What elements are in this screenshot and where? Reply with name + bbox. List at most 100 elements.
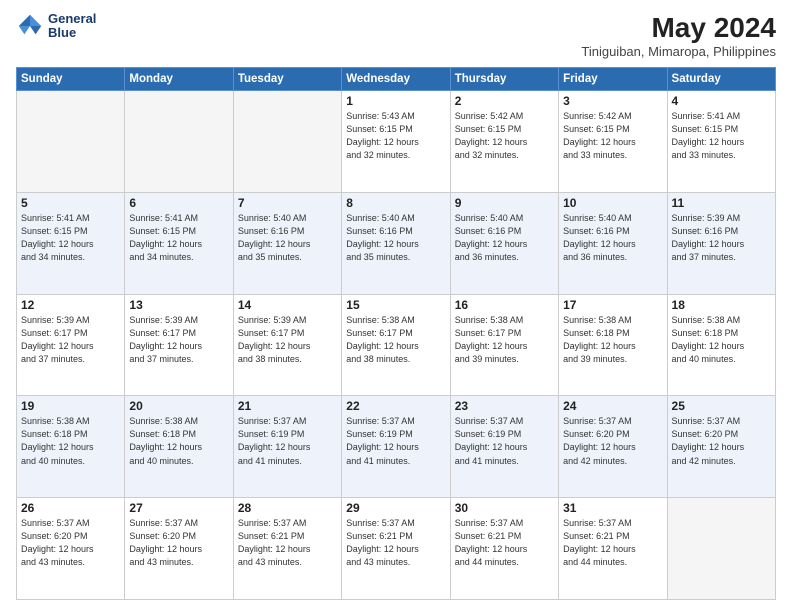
table-row: 14 Sunrise: 5:39 AM Sunset: 6:17 PM Dayli… — [233, 294, 341, 396]
day-info: Sunrise: 5:38 AM Sunset: 6:18 PM Dayligh… — [129, 415, 228, 467]
table-row: 31 Sunrise: 5:37 AM Sunset: 6:21 PM Dayli… — [559, 498, 667, 600]
table-row: 20 Sunrise: 5:38 AM Sunset: 6:18 PM Dayli… — [125, 396, 233, 498]
day-number: 28 — [238, 501, 337, 515]
day-number: 15 — [346, 298, 445, 312]
col-sunday: Sunday — [17, 68, 125, 91]
header: General Blue May 2024 Tiniguiban, Mimaro… — [16, 12, 776, 59]
day-info: Sunrise: 5:38 AM Sunset: 6:17 PM Dayligh… — [455, 314, 554, 366]
day-number: 18 — [672, 298, 771, 312]
col-saturday: Saturday — [667, 68, 775, 91]
table-row: 12Sunrise: 5:39 AM Sunset: 6:17 PM Dayli… — [17, 294, 125, 396]
logo-line2: Blue — [48, 26, 96, 40]
logo: General Blue — [16, 12, 96, 41]
table-row: 28 Sunrise: 5:37 AM Sunset: 6:21 PM Dayli… — [233, 498, 341, 600]
table-row: 5 Sunrise: 5:41 AM Sunset: 6:15 PM Daylig… — [17, 192, 125, 294]
day-number: 30 — [455, 501, 554, 515]
table-row: 16Sunrise: 5:38 AM Sunset: 6:17 PM Dayli… — [450, 294, 558, 396]
day-info: Sunrise: 5:42 AM Sunset: 6:15 PM Dayligh… — [563, 110, 662, 162]
day-number: 8 — [346, 196, 445, 210]
table-row: 7 Sunrise: 5:40 AM Sunset: 6:16 PM Daylig… — [233, 192, 341, 294]
table-row: 27 Sunrise: 5:37 AM Sunset: 6:20 PM Dayli… — [125, 498, 233, 600]
table-row: 11Sunrise: 5:39 AM Sunset: 6:16 PM Dayli… — [667, 192, 775, 294]
table-row: 30 Sunrise: 5:37 AM Sunset: 6:21 PM Dayli… — [450, 498, 558, 600]
logo-line1: General — [48, 12, 96, 26]
day-info: Sunrise: 5:40 AM Sunset: 6:16 PM Dayligh… — [563, 212, 662, 264]
day-info: Sunrise: 5:37 AM Sunset: 6:21 PM Dayligh… — [563, 517, 662, 569]
calendar-table: Sunday Monday Tuesday Wednesday Thursday… — [16, 67, 776, 600]
day-info: Sunrise: 5:39 AM Sunset: 6:17 PM Dayligh… — [129, 314, 228, 366]
day-info: Sunrise: 5:37 AM Sunset: 6:20 PM Dayligh… — [129, 517, 228, 569]
calendar-week-row: 26 Sunrise: 5:37 AM Sunset: 6:20 PM Dayli… — [17, 498, 776, 600]
day-info: Sunrise: 5:37 AM Sunset: 6:20 PM Dayligh… — [563, 415, 662, 467]
calendar-header-row: Sunday Monday Tuesday Wednesday Thursday… — [17, 68, 776, 91]
table-row: 13 Sunrise: 5:39 AM Sunset: 6:17 PM Dayli… — [125, 294, 233, 396]
day-info: Sunrise: 5:40 AM Sunset: 6:16 PM Dayligh… — [238, 212, 337, 264]
col-friday: Friday — [559, 68, 667, 91]
table-row: 15 Sunrise: 5:38 AM Sunset: 6:17 PM Dayli… — [342, 294, 450, 396]
table-row: 29 Sunrise: 5:37 AM Sunset: 6:21 PM Dayli… — [342, 498, 450, 600]
table-row: 21 Sunrise: 5:37 AM Sunset: 6:19 PM Dayli… — [233, 396, 341, 498]
day-info: Sunrise: 5:41 AM Sunset: 6:15 PM Dayligh… — [672, 110, 771, 162]
day-number: 22 — [346, 399, 445, 413]
day-number: 14 — [238, 298, 337, 312]
day-info: Sunrise: 5:37 AM Sunset: 6:19 PM Dayligh… — [346, 415, 445, 467]
day-number: 20 — [129, 399, 228, 413]
day-number: 26 — [21, 501, 120, 515]
day-number: 6 — [129, 196, 228, 210]
day-number: 27 — [129, 501, 228, 515]
day-number: 2 — [455, 94, 554, 108]
table-row: 4 Sunrise: 5:41 AM Sunset: 6:15 PM Daylig… — [667, 91, 775, 193]
table-row: 23Sunrise: 5:37 AM Sunset: 6:19 PM Dayli… — [450, 396, 558, 498]
table-row: 2 Sunrise: 5:42 AM Sunset: 6:15 PM Daylig… — [450, 91, 558, 193]
day-number: 11 — [672, 196, 771, 210]
table-row: 22 Sunrise: 5:37 AM Sunset: 6:19 PM Dayli… — [342, 396, 450, 498]
day-number: 7 — [238, 196, 337, 210]
day-number: 31 — [563, 501, 662, 515]
table-row — [17, 91, 125, 193]
table-row: 17Sunrise: 5:38 AM Sunset: 6:18 PM Dayli… — [559, 294, 667, 396]
calendar-week-row: 1 Sunrise: 5:43 AM Sunset: 6:15 PM Daylig… — [17, 91, 776, 193]
table-row: 9Sunrise: 5:40 AM Sunset: 6:16 PM Daylig… — [450, 192, 558, 294]
table-row: 19Sunrise: 5:38 AM Sunset: 6:18 PM Dayli… — [17, 396, 125, 498]
day-info: Sunrise: 5:41 AM Sunset: 6:15 PM Dayligh… — [21, 212, 120, 264]
day-info: Sunrise: 5:37 AM Sunset: 6:21 PM Dayligh… — [346, 517, 445, 569]
day-info: Sunrise: 5:42 AM Sunset: 6:15 PM Dayligh… — [455, 110, 554, 162]
day-info: Sunrise: 5:38 AM Sunset: 6:18 PM Dayligh… — [672, 314, 771, 366]
table-row: 8 Sunrise: 5:40 AM Sunset: 6:16 PM Daylig… — [342, 192, 450, 294]
table-row: 24Sunrise: 5:37 AM Sunset: 6:20 PM Dayli… — [559, 396, 667, 498]
table-row — [125, 91, 233, 193]
col-tuesday: Tuesday — [233, 68, 341, 91]
title-block: May 2024 Tiniguiban, Mimaropa, Philippin… — [581, 12, 776, 59]
col-monday: Monday — [125, 68, 233, 91]
table-row — [233, 91, 341, 193]
day-info: Sunrise: 5:37 AM Sunset: 6:19 PM Dayligh… — [455, 415, 554, 467]
day-number: 13 — [129, 298, 228, 312]
day-number: 17 — [563, 298, 662, 312]
table-row: 6Sunrise: 5:41 AM Sunset: 6:15 PM Daylig… — [125, 192, 233, 294]
table-row — [667, 498, 775, 600]
page: General Blue May 2024 Tiniguiban, Mimaro… — [0, 0, 792, 612]
day-info: Sunrise: 5:40 AM Sunset: 6:16 PM Dayligh… — [455, 212, 554, 264]
table-row: 3 Sunrise: 5:42 AM Sunset: 6:15 PM Daylig… — [559, 91, 667, 193]
day-info: Sunrise: 5:37 AM Sunset: 6:19 PM Dayligh… — [238, 415, 337, 467]
day-info: Sunrise: 5:37 AM Sunset: 6:21 PM Dayligh… — [238, 517, 337, 569]
logo-text: General Blue — [48, 12, 96, 41]
day-number: 5 — [21, 196, 120, 210]
day-number: 1 — [346, 94, 445, 108]
table-row: 18 Sunrise: 5:38 AM Sunset: 6:18 PM Dayli… — [667, 294, 775, 396]
day-number: 21 — [238, 399, 337, 413]
day-info: Sunrise: 5:40 AM Sunset: 6:16 PM Dayligh… — [346, 212, 445, 264]
calendar-week-row: 5 Sunrise: 5:41 AM Sunset: 6:15 PM Daylig… — [17, 192, 776, 294]
table-row: 1 Sunrise: 5:43 AM Sunset: 6:15 PM Daylig… — [342, 91, 450, 193]
table-row: 25Sunrise: 5:37 AM Sunset: 6:20 PM Dayli… — [667, 396, 775, 498]
day-number: 3 — [563, 94, 662, 108]
day-info: Sunrise: 5:39 AM Sunset: 6:17 PM Dayligh… — [238, 314, 337, 366]
day-info: Sunrise: 5:37 AM Sunset: 6:21 PM Dayligh… — [455, 517, 554, 569]
day-info: Sunrise: 5:43 AM Sunset: 6:15 PM Dayligh… — [346, 110, 445, 162]
day-number: 19 — [21, 399, 120, 413]
day-number: 29 — [346, 501, 445, 515]
day-number: 12 — [21, 298, 120, 312]
col-wednesday: Wednesday — [342, 68, 450, 91]
day-number: 4 — [672, 94, 771, 108]
day-info: Sunrise: 5:38 AM Sunset: 6:17 PM Dayligh… — [346, 314, 445, 366]
